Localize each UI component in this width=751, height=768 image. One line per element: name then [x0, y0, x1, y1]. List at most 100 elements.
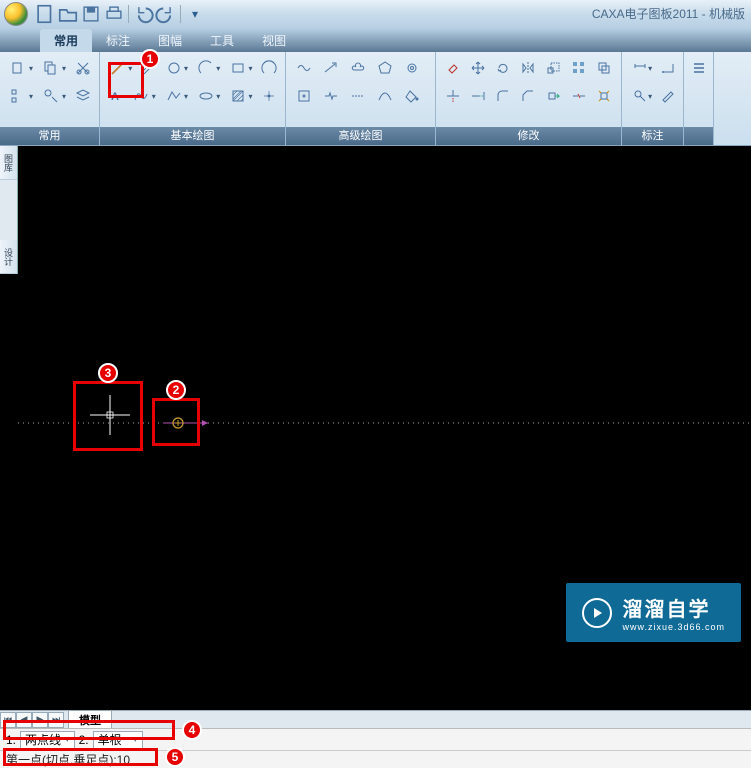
ribbon-group-label: 高级绘图 — [286, 127, 435, 145]
properties-button[interactable] — [6, 84, 36, 108]
match-props-button[interactable] — [39, 84, 69, 108]
redo-icon[interactable] — [155, 4, 177, 24]
tab-common[interactable]: 常用 — [40, 29, 92, 52]
app-logo[interactable] — [4, 2, 28, 26]
ribbon-group-advanced-draw: 高级绘图 — [286, 52, 436, 145]
paste-button[interactable] — [6, 56, 36, 80]
mirror-tool[interactable] — [517, 56, 539, 80]
qat-customize-dropdown[interactable]: ▾ — [184, 4, 206, 24]
break-line-tool[interactable] — [319, 84, 343, 108]
separator — [180, 5, 181, 23]
ribbon-group-dim: 标注 — [622, 52, 684, 145]
sheet-tab-model[interactable]: 模型 — [68, 710, 112, 729]
drawing-canvas[interactable]: 图库 设计 溜溜自学 www.zixue.3d66.com — [0, 146, 751, 710]
vt-item-2[interactable]: 设计 — [0, 240, 17, 274]
centerline-tool[interactable] — [259, 56, 279, 80]
chamfer-tool[interactable] — [517, 84, 539, 108]
erase-tool[interactable] — [442, 56, 464, 80]
tab-drawing-frame[interactable]: 图幅 — [144, 29, 196, 52]
print-icon[interactable] — [103, 4, 125, 24]
ellipse-tool[interactable] — [194, 84, 223, 108]
hatch-tool[interactable] — [226, 84, 255, 108]
block-insert-tool[interactable] — [292, 84, 316, 108]
undo-icon[interactable] — [132, 4, 154, 24]
rectangle-tool[interactable] — [226, 56, 255, 80]
new-icon[interactable] — [34, 4, 56, 24]
layer-button[interactable] — [72, 84, 93, 108]
quick-access-toolbar: ▾ — [34, 4, 206, 24]
point-tool[interactable] — [259, 84, 279, 108]
tab-annotation[interactable]: 标注 — [92, 29, 144, 52]
ribbon-group-common: 常用 — [0, 52, 100, 145]
opt2-label: 2. — [77, 733, 91, 747]
watermark: 溜溜自学 www.zixue.3d66.com — [566, 583, 741, 642]
sheet-first-button[interactable]: ⏮ — [0, 712, 16, 728]
ribbon-group-label: 标注 — [622, 127, 683, 145]
parallel-line-tool[interactable] — [138, 56, 158, 80]
opt2-select[interactable]: 单根 — [93, 731, 143, 749]
sheet-prev-button[interactable]: ◀ — [16, 712, 32, 728]
balloon-tool[interactable] — [628, 84, 655, 108]
menu-tabs: 常用 标注 图幅 工具 视图 — [0, 28, 751, 52]
watermark-brand: 溜溜自学 — [622, 599, 710, 621]
command-bar[interactable]: 第一点(切点,垂足点):10 — [0, 750, 751, 768]
opt1-value: 两点线 — [25, 731, 61, 748]
construction-line-tool[interactable] — [346, 84, 370, 108]
separator — [128, 5, 129, 23]
scale-tool[interactable] — [543, 56, 565, 80]
ribbon-group-label: 修改 — [436, 127, 621, 145]
svg-text:A: A — [111, 91, 119, 103]
fill-tool[interactable] — [400, 84, 424, 108]
command-prompt: 第一点(切点,垂足点):10 — [6, 751, 130, 768]
arc-tool[interactable] — [194, 56, 223, 80]
edit-dim-tool[interactable] — [658, 84, 677, 108]
sheet-last-button[interactable]: ⏭ — [48, 712, 64, 728]
polygon-tool[interactable] — [373, 56, 397, 80]
trim-tool[interactable] — [442, 84, 464, 108]
linear-dim-tool[interactable] — [628, 56, 655, 80]
copy-button[interactable] — [39, 56, 69, 80]
fillet-tool[interactable] — [492, 84, 514, 108]
sheet-next-button[interactable]: ▶ — [32, 712, 48, 728]
move-tool[interactable] — [467, 56, 489, 80]
ribbon-group-modify: 修改 — [436, 52, 622, 145]
spline-tool[interactable] — [129, 84, 158, 108]
line-tool[interactable] — [106, 56, 135, 80]
stretch-tool[interactable] — [543, 84, 565, 108]
formula-curve-tool[interactable] — [373, 84, 397, 108]
title-bar: ▾ CAXA电子图板2011 - 机械版 — [0, 0, 751, 28]
play-icon — [582, 598, 612, 628]
opt1-select[interactable]: 两点线 — [20, 731, 75, 749]
left-vertical-toolbar: 图库 设计 — [0, 146, 18, 274]
rotate-tool[interactable] — [492, 56, 514, 80]
ribbon-group-more — [684, 52, 714, 145]
ribbon-group-label: 基本绘图 — [100, 127, 285, 145]
extend-tool[interactable] — [467, 84, 489, 108]
wave-tool[interactable] — [292, 56, 316, 80]
ribbon: 常用 A 基本绘图 — [0, 52, 751, 146]
gear-tool[interactable] — [400, 56, 424, 80]
option-bar: 1. 两点线 2. 单根 — [0, 728, 751, 750]
explode-tool[interactable] — [593, 84, 615, 108]
sheet-nav: ⏮ ◀ ▶ ⏭ 模型 — [0, 710, 751, 728]
array-tool[interactable] — [568, 56, 590, 80]
coord-dim-tool[interactable] — [658, 56, 677, 80]
open-icon[interactable] — [57, 4, 79, 24]
window-title: CAXA电子图板2011 - 机械版 — [592, 5, 745, 22]
offset-tool[interactable] — [593, 56, 615, 80]
watermark-url: www.zixue.3d66.com — [622, 622, 725, 632]
vt-item-1[interactable]: 图库 — [0, 146, 17, 180]
cloud-tool[interactable] — [346, 56, 370, 80]
tab-tools[interactable]: 工具 — [196, 29, 248, 52]
menu-icon[interactable] — [690, 56, 708, 80]
cut-button[interactable] — [72, 56, 93, 80]
polyline-tool[interactable] — [162, 84, 191, 108]
arrow-tool[interactable] — [319, 56, 343, 80]
tab-view[interactable]: 视图 — [248, 29, 300, 52]
circle-tool[interactable] — [162, 56, 191, 80]
break-tool[interactable] — [568, 84, 590, 108]
text-tool[interactable]: A — [106, 84, 126, 108]
opt1-label: 1. — [4, 733, 18, 747]
ribbon-group-label: 常用 — [0, 127, 99, 145]
save-icon[interactable] — [80, 4, 102, 24]
